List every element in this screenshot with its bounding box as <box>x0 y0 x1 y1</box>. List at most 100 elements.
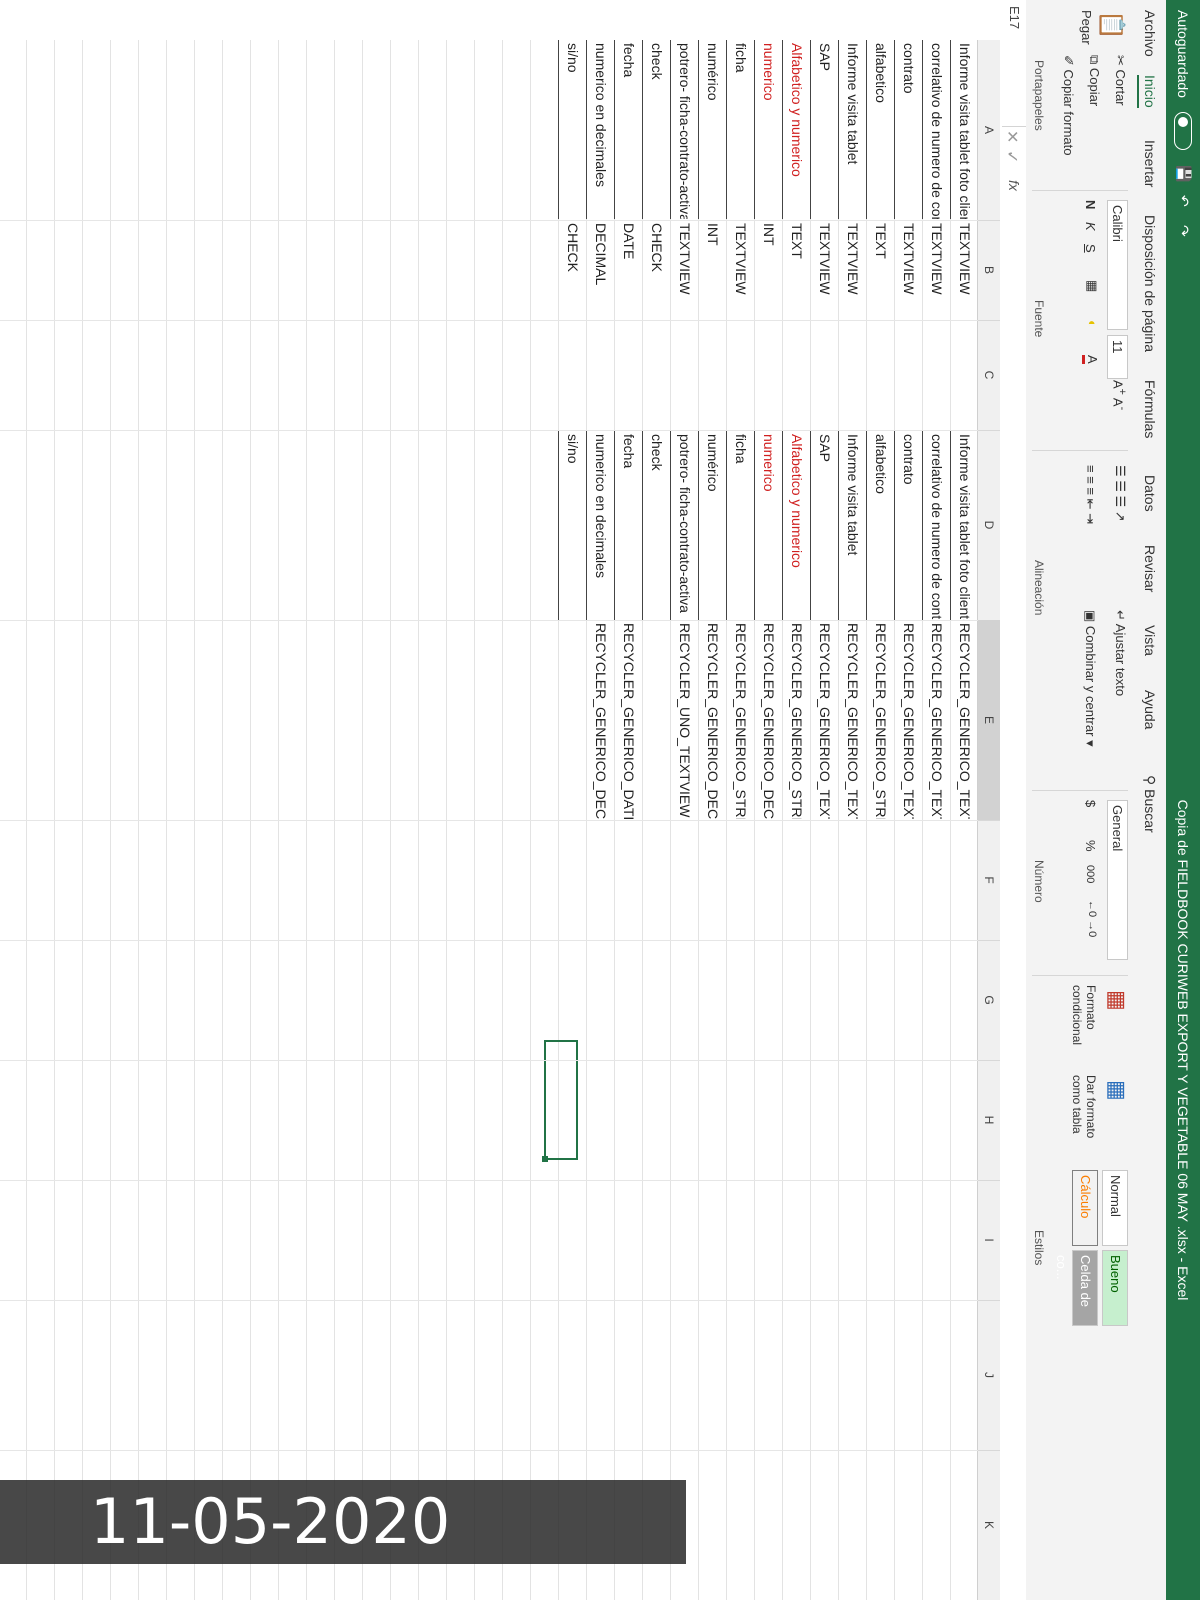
cell-b[interactable]: CHECK <box>643 220 670 319</box>
cell-b[interactable]: TEXTVIEW <box>839 220 866 319</box>
cell-d[interactable]: Alfabetico y numerico <box>782 430 810 621</box>
fill-handle[interactable] <box>542 1156 548 1162</box>
tab-revisar[interactable]: Revisar <box>1142 545 1158 592</box>
format-painter-button[interactable]: ✐ Copiar formato <box>1060 55 1076 156</box>
cell-a[interactable]: check <box>642 40 670 219</box>
tab-inicio[interactable]: Inicio <box>1137 75 1158 108</box>
conditional-format-button[interactable]: Formato condicional <box>1070 985 1098 1045</box>
cell-e[interactable]: RECYCLER_GENERICO_DATE <box>615 620 642 819</box>
decimal-buttons[interactable]: ←0 →0 <box>1086 900 1098 937</box>
number-format-select[interactable]: General <box>1107 800 1128 960</box>
tab-datos[interactable]: Datos <box>1142 475 1158 512</box>
cell-a[interactable]: si/no <box>558 40 586 219</box>
cell-b[interactable]: INT <box>755 220 782 319</box>
cell-d[interactable]: contrato <box>894 430 922 621</box>
style-normal[interactable]: Normal <box>1102 1170 1128 1246</box>
col-header-g[interactable]: G <box>978 940 1000 1061</box>
paste-icon[interactable]: 📋 <box>1097 10 1126 40</box>
tab-insertar[interactable]: Insertar <box>1142 140 1158 187</box>
col-header-e[interactable]: E <box>978 620 1000 821</box>
fill-color-icon[interactable]: ◐ <box>1085 320 1100 328</box>
tab-vista[interactable]: Vista <box>1142 625 1158 656</box>
cell-a[interactable]: SAP <box>810 40 838 219</box>
cell-e[interactable] <box>643 620 670 819</box>
name-box[interactable]: E17 <box>1002 0 1026 127</box>
cell-e[interactable]: RECYCLER_GENERICO_TEXTVIEW <box>895 620 922 819</box>
cell-d[interactable]: numérico <box>698 430 726 621</box>
align-left-icons[interactable]: ≡ ≡ ≡ ⇤ ⇥ <box>1082 465 1098 524</box>
cancel-icon[interactable]: ✕ <box>1002 130 1022 143</box>
tab-archivo[interactable]: Archivo <box>1142 10 1158 57</box>
currency-button[interactable]: $ <box>1083 800 1098 807</box>
cell-e[interactable]: RECYCLER_UNO_TEXTVIEW <box>671 620 698 819</box>
cell-a[interactable]: contrato <box>894 40 922 219</box>
cell-b[interactable]: TEXT <box>867 220 894 319</box>
cell-b[interactable]: TEXTVIEW <box>951 220 978 319</box>
cell-d[interactable]: si/no <box>558 430 586 621</box>
cut-button[interactable]: ✂ Cortar <box>1112 55 1128 106</box>
cell-b[interactable]: TEXTVIEW <box>727 220 754 319</box>
copy-button[interactable]: ⧉ Copiar <box>1086 55 1102 106</box>
cell-b[interactable]: DATE <box>615 220 642 319</box>
thousands-button[interactable]: 000 <box>1084 865 1096 883</box>
cell-b[interactable]: TEXTVIEW <box>895 220 922 319</box>
percent-button[interactable]: % <box>1083 840 1098 852</box>
cell-a[interactable]: Alfabetico y numerico <box>782 40 810 219</box>
col-header-a[interactable]: A <box>978 40 1000 221</box>
col-header-b[interactable]: B <box>978 220 1000 321</box>
col-header-i[interactable]: I <box>978 1180 1000 1301</box>
cell-a[interactable]: numerico <box>754 40 782 219</box>
cell-d[interactable]: alfabetico <box>866 430 894 621</box>
font-color-icon[interactable]: A <box>1082 355 1100 364</box>
wrap-text-button[interactable]: ↵ Ajustar texto <box>1112 610 1128 696</box>
tab-formulas[interactable]: Fórmulas <box>1142 380 1158 438</box>
grow-font-button[interactable]: A+ A- <box>1111 380 1128 410</box>
cell-e[interactable]: RECYCLER_GENERICO_STRING <box>867 620 894 819</box>
cell-a[interactable]: Informe visita tablet <box>838 40 866 219</box>
style-check-cell[interactable]: Celda de co... <box>1054 1250 1098 1326</box>
cell-a[interactable]: numérico <box>698 40 726 219</box>
fx-label[interactable]: fx <box>1006 180 1022 191</box>
cell-e[interactable] <box>559 620 586 819</box>
cell-a[interactable]: correlativo de numero de contrato <box>922 40 950 219</box>
cell-a[interactable]: ficha <box>726 40 754 219</box>
style-good[interactable]: Bueno <box>1102 1250 1128 1326</box>
cell-d[interactable]: correlativo de numero de contrato <box>922 430 950 621</box>
cell-e[interactable]: RECYCLER_GENERICO_DECIMAL <box>587 620 614 819</box>
cell-d[interactable]: numerico <box>754 430 782 621</box>
conditional-format-icon[interactable]: ▦ <box>1104 990 1130 1011</box>
cell-e[interactable]: RECYCLER_GENERICO_TEXTVIEW <box>951 620 978 819</box>
cell-e[interactable]: RECYCLER_GENERICO_DECIMAL <box>755 620 782 819</box>
paste-button[interactable]: Pegar <box>1079 10 1094 45</box>
cell-a[interactable]: fecha <box>614 40 642 219</box>
cell-a[interactable]: alfabetico <box>866 40 894 219</box>
selected-cell[interactable] <box>542 1040 578 1162</box>
col-header-c[interactable]: C <box>978 320 1000 431</box>
cell-e[interactable]: RECYCLER_GENERICO_TEXTVIEW <box>839 620 866 819</box>
cell-e[interactable]: RECYCLER_GENERICO_TEXTVIEW <box>923 620 950 819</box>
cell-e[interactable]: RECYCLER_GENERICO_STRING <box>727 620 754 819</box>
cell-d[interactable]: check <box>642 430 670 621</box>
underline-button[interactable]: S <box>1083 244 1098 253</box>
cell-b[interactable]: TEXT <box>783 220 810 319</box>
cell-a[interactable]: numerico en decimales <box>586 40 614 219</box>
cell-a[interactable]: Informe visita tablet foto clientes <box>950 40 978 219</box>
col-header-f[interactable]: F <box>978 820 1000 941</box>
tab-ayuda[interactable]: Ayuda <box>1142 690 1158 729</box>
cell-d[interactable]: numerico en decimales <box>586 430 614 621</box>
col-header-d[interactable]: D <box>978 430 1000 621</box>
cell-d[interactable]: fecha <box>614 430 642 621</box>
merge-center-button[interactable]: ▣ Combinar y centrar ▾ <box>1082 610 1098 747</box>
cell-d[interactable]: ficha <box>726 430 754 621</box>
confirm-icon[interactable]: ✓ <box>1002 150 1022 163</box>
cell-b[interactable]: INT <box>699 220 726 319</box>
format-as-table-button[interactable]: Dar formato como tabla <box>1070 1075 1098 1138</box>
cell-d[interactable]: SAP <box>810 430 838 621</box>
col-header-j[interactable]: J <box>978 1300 1000 1451</box>
font-size-select[interactable]: 11 <box>1107 335 1128 379</box>
cell-b[interactable]: CHECK <box>559 220 586 319</box>
col-header-h[interactable]: H <box>978 1060 1000 1181</box>
style-calc[interactable]: Cálculo <box>1072 1170 1098 1246</box>
cell-e[interactable]: RECYCLER_GENERICO_DECIMAL <box>699 620 726 819</box>
cell-b[interactable]: TEXTVIEW <box>811 220 838 319</box>
